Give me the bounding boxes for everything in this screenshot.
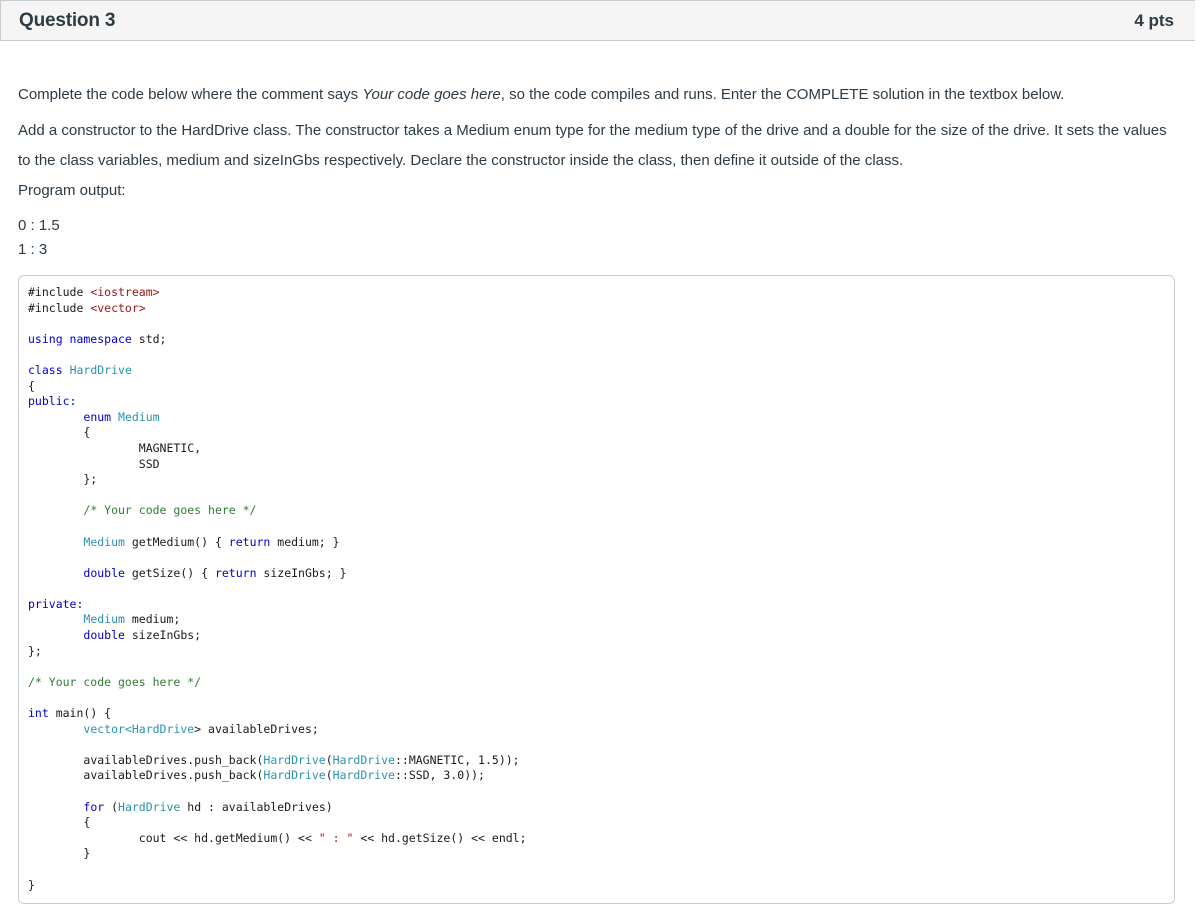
code-token: Medium: [83, 612, 125, 627]
code-token: };: [28, 643, 42, 658]
instructions-paragraph-1: Complete the code below where the commen…: [18, 80, 1168, 110]
code-token: (: [325, 768, 333, 783]
code-token: ::MAGNETIC, 1.5));: [394, 752, 520, 767]
code-token: double: [83, 565, 125, 580]
code-token: private:: [28, 596, 84, 611]
code-comment: /* Your code goes here */: [28, 674, 202, 689]
code-token: HardDrive: [118, 799, 181, 814]
code-token: HardDrive: [69, 362, 132, 377]
code-token: public:: [28, 394, 77, 409]
code-token: HardDrive: [332, 752, 395, 767]
code-token: for: [83, 799, 105, 814]
instructions-italic: Your code goes here: [362, 86, 501, 103]
code-token: }: [28, 877, 35, 892]
program-output-label: Program output:: [18, 182, 126, 199]
code-token: <iostream>: [90, 285, 160, 299]
question-header: Question 3 4 pts: [0, 0, 1195, 41]
code-token: availableDrives.push_back(: [83, 768, 264, 783]
code-token: HardDrive: [332, 768, 395, 783]
code-token: std;: [131, 331, 167, 346]
code-token: return: [214, 565, 257, 580]
code-token: class: [28, 362, 63, 377]
code-token: (: [104, 799, 119, 814]
instructions-text-end: , so the code compiles and runs. Enter t…: [500, 86, 1065, 103]
code-token: main() {: [48, 706, 112, 721]
code-token: vector<: [83, 721, 132, 736]
code-token: sizeInGbs;: [124, 628, 202, 643]
code-token: " : ": [318, 830, 354, 845]
program-output-line-1: 0 : 1.5: [18, 217, 60, 234]
code-listing: #include <iostream> #include <vector> us…: [28, 285, 527, 892]
code-token: > availableDrives;: [194, 721, 319, 736]
code-token: #include: [28, 285, 91, 299]
code-token: cout << hd.getMedium() <<: [138, 830, 319, 845]
code-token: #include: [28, 300, 91, 315]
code-token: HardDrive: [263, 752, 326, 767]
instructions-text: Complete the code below where the commen…: [18, 86, 363, 103]
code-comment: /* Your code goes here */: [83, 503, 257, 518]
code-token: getMedium() {: [124, 534, 229, 549]
question-title: Question 3: [19, 9, 116, 31]
code-token: medium;: [124, 612, 181, 627]
code-token: hd : availableDrives): [180, 799, 333, 814]
code-token: int: [28, 706, 49, 721]
code-token: Medium: [118, 409, 160, 424]
code-token: (: [325, 752, 333, 767]
code-token: <vector>: [90, 300, 146, 315]
code-token: enum: [83, 409, 112, 424]
code-token: MAGNETIC,: [138, 440, 202, 455]
code-token: HardDrive: [263, 768, 326, 783]
code-token: ::SSD, 3.0));: [394, 768, 485, 783]
code-token: return: [228, 534, 271, 549]
code-token: availableDrives.push_back(: [83, 752, 264, 767]
code-token: SSD: [138, 456, 160, 471]
code-token: medium; }: [270, 534, 340, 549]
code-token: using namespace: [28, 331, 132, 346]
code-token: sizeInGbs; }: [256, 565, 347, 580]
code-token: << hd.getSize() << endl;: [353, 830, 527, 845]
code-token: HardDrive: [131, 721, 195, 736]
question-points: 4 pts: [1134, 10, 1174, 30]
code-token: Medium: [83, 534, 125, 549]
code-token: getSize() {: [124, 565, 215, 580]
program-output-line-2: 1 : 3: [18, 241, 48, 258]
code-block: #include <iostream> #include <vector> us…: [18, 275, 1175, 904]
instructions-paragraph-2: Add a constructor to the HardDrive class…: [18, 122, 1167, 169]
code-token: double: [83, 628, 125, 643]
